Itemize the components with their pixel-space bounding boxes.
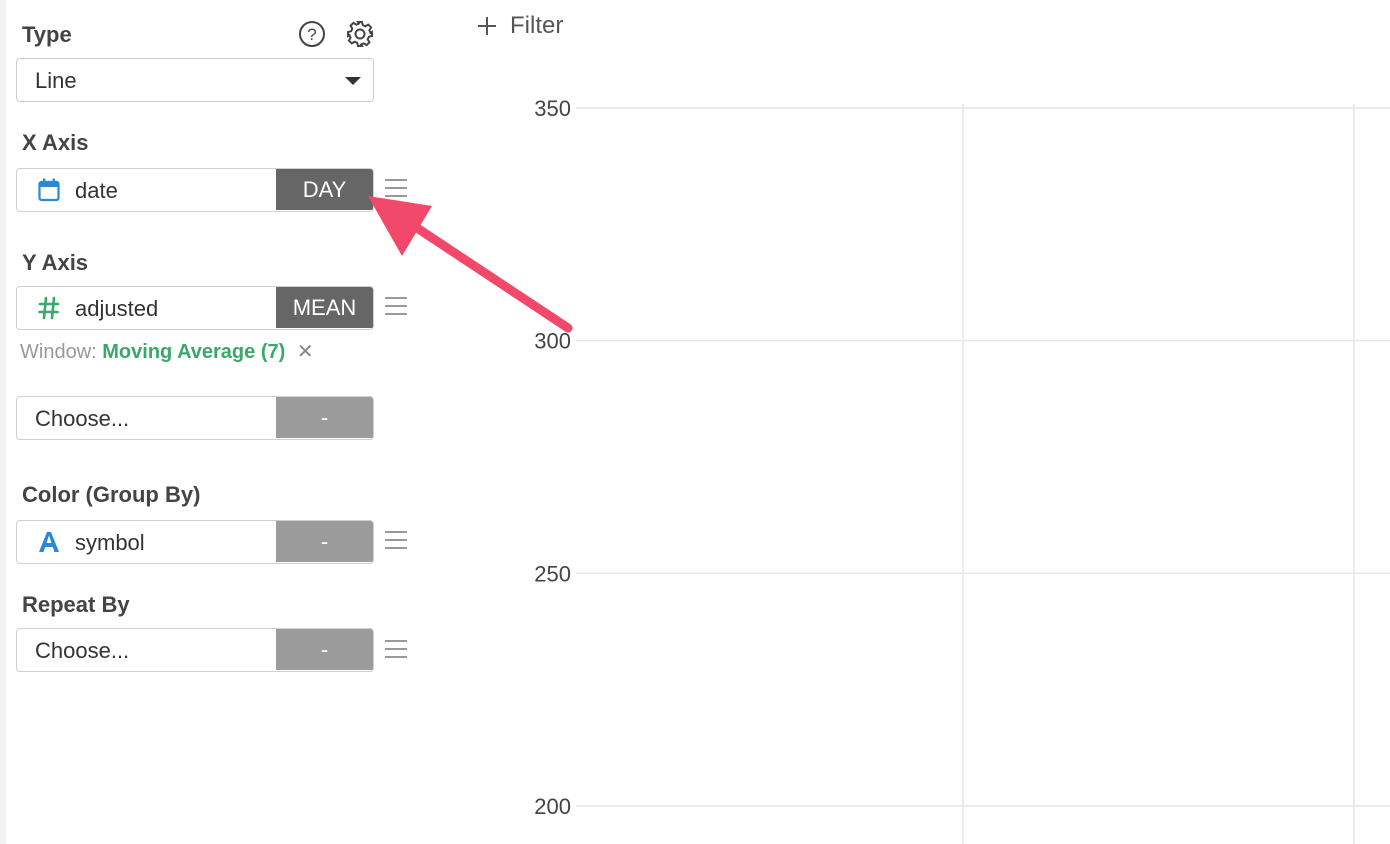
window-setting: Window: Moving Average (7) ✕ <box>20 339 314 364</box>
color-menu-icon[interactable] <box>385 531 407 549</box>
color-field-name: symbol <box>75 530 145 555</box>
repeat-by-aggregation-button[interactable]: - <box>276 629 373 670</box>
y-axis-second-field[interactable]: Choose... - <box>16 396 374 440</box>
repeat-by-label: Repeat By <box>22 592 130 617</box>
calendar-icon <box>37 177 61 203</box>
window-label: Window: <box>20 341 97 363</box>
x-axis-label: X Axis <box>22 130 89 155</box>
y-axis-label: Y Axis <box>22 250 89 275</box>
color-field[interactable]: symbol - <box>16 520 374 564</box>
y-axis-field[interactable]: adjusted MEAN <box>16 286 374 330</box>
sidebar-top-icons: ? <box>297 19 375 49</box>
y-axis-field-name: adjusted <box>75 296 159 321</box>
y-tick-label: 250 <box>534 561 571 586</box>
chart-config-sidebar: Type ? Line X Axis date DAY Y Axis adjus… <box>0 0 440 844</box>
caret-down-icon <box>345 77 361 85</box>
y-tick-label: 200 <box>534 794 571 819</box>
type-label: Type <box>22 22 72 47</box>
y-axis-second-aggregation-button[interactable]: - <box>276 397 373 438</box>
text-a-icon <box>37 529 61 555</box>
chart-vertical-gridlines <box>962 104 1355 844</box>
chart-type-select[interactable]: Line <box>16 58 374 102</box>
svg-text:?: ? <box>307 25 316 44</box>
repeat-by-menu-icon[interactable] <box>385 640 407 658</box>
annotation-arrow-icon <box>368 196 573 333</box>
color-aggregation-button[interactable]: - <box>276 521 373 562</box>
repeat-by-choose: Choose... <box>35 638 130 663</box>
y-axis-second-choose: Choose... <box>35 406 130 431</box>
y-axis: 350300250200 <box>534 96 1390 819</box>
y-axis-aggregation-button[interactable]: MEAN <box>276 287 373 328</box>
chart-type-value: Line <box>35 68 77 93</box>
question-circle-icon[interactable]: ? <box>297 19 327 49</box>
y-tick-label: 350 <box>534 96 571 121</box>
hash-icon <box>37 295 61 321</box>
x-axis-aggregation-button[interactable]: DAY <box>276 169 373 210</box>
window-value-link[interactable]: Moving Average (7) <box>102 341 285 363</box>
color-group-label: Color (Group By) <box>22 482 201 507</box>
gear-icon[interactable] <box>345 19 375 49</box>
window-close-icon[interactable]: ✕ <box>297 341 314 363</box>
line-chart: 350300250200 <box>534 96 1390 844</box>
repeat-by-field[interactable]: Choose... - <box>16 628 374 672</box>
x-axis-field-name: date <box>75 178 118 203</box>
x-axis-field[interactable]: date DAY <box>16 168 374 212</box>
